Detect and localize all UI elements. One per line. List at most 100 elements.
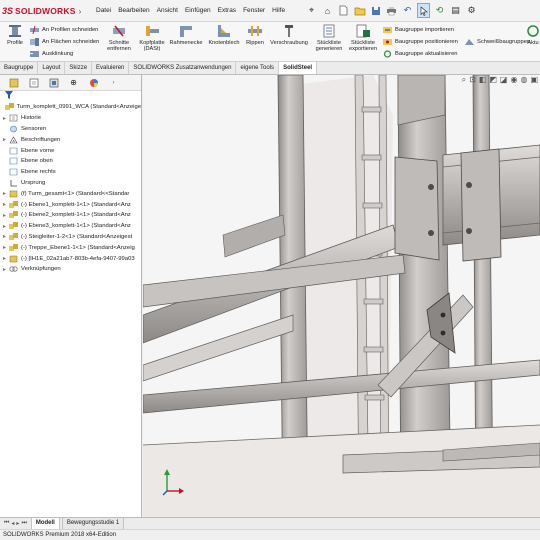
- bolting-button[interactable]: Verschraubung: [268, 24, 310, 46]
- tree-item[interactable]: Ebene vorne: [0, 145, 141, 156]
- tree-item[interactable]: Ebene rechts: [0, 167, 141, 178]
- head-plate-button[interactable]: Kopfplatte (DASt): [136, 24, 168, 52]
- weld-assembly-icon: [465, 39, 474, 45]
- weld-assemblies-button[interactable]: Schweißbaugruppen: [465, 38, 530, 46]
- tab-motion-study[interactable]: Bewegungsstudie 1: [61, 517, 125, 530]
- tab-skizze[interactable]: Skizze: [65, 62, 93, 74]
- tab-modell[interactable]: Modell: [30, 517, 60, 530]
- notch-label: Ausklinkung: [42, 51, 74, 57]
- dimxpert-tab-icon[interactable]: ⊕: [68, 77, 79, 88]
- zoom-to-fit-icon[interactable]: ⌕: [462, 75, 466, 85]
- refresh-icon: [383, 50, 392, 58]
- tab-evaluieren[interactable]: Evaluieren: [92, 62, 130, 74]
- frame-corner-button[interactable]: Rahmenecke: [168, 24, 204, 46]
- select-pointer-icon[interactable]: [417, 3, 430, 18]
- undo-icon[interactable]: ↶: [401, 3, 414, 18]
- zoom-area-icon[interactable]: ⊡: [469, 75, 476, 85]
- tree-expander[interactable]: ▸: [0, 266, 9, 273]
- configuration-manager-tab-icon[interactable]: [48, 77, 59, 88]
- cut-on-profile-button[interactable]: An Profilen schneiden: [30, 26, 98, 34]
- tree-root-assembly[interactable]: Turm_komplett_0991_WCA (Standard<Anzeige: [0, 102, 141, 113]
- remove-cuts-button[interactable]: Schnitte entfernen: [104, 24, 134, 52]
- gusset-icon: [218, 25, 230, 37]
- tree-expander[interactable]: ▸: [0, 244, 9, 251]
- tree-item[interactable]: ▸ A Beschriftungen: [0, 134, 141, 145]
- tree-item[interactable]: ▸ Historie: [0, 113, 141, 124]
- display-manager-tab-icon[interactable]: [88, 77, 99, 88]
- asm-position-button[interactable]: Baugruppe positionieren: [383, 38, 458, 46]
- tree-expander[interactable]: ▸: [0, 136, 9, 143]
- profile-button[interactable]: Profile: [3, 24, 27, 46]
- rebuild-icon[interactable]: ⟲: [433, 3, 446, 18]
- new-document-icon[interactable]: [337, 3, 350, 18]
- solidworks-logo[interactable]: 3S SOLIDWORKS ›: [2, 4, 84, 18]
- tab-baugruppe[interactable]: Baugruppe: [0, 62, 39, 74]
- tree-item[interactable]: Sensoren: [0, 124, 141, 135]
- bom-generate-button[interactable]: Stückliste generieren: [313, 24, 345, 52]
- tree-expander[interactable]: ▸: [0, 233, 9, 240]
- pane-expand-icon[interactable]: ›: [108, 77, 119, 88]
- menu-item-extras[interactable]: Extras: [218, 7, 236, 14]
- scroll-prev-icon[interactable]: ◂: [11, 520, 14, 527]
- tree-item[interactable]: Ursprung: [0, 178, 141, 189]
- notch-button[interactable]: Ausklinkung: [30, 50, 73, 58]
- tree-item[interactable]: ▸ (-) Steigleiter-1-2<1> (Standard<Anzeig…: [0, 232, 141, 243]
- weld-assemblies-label: Schweißbaugruppen: [477, 39, 531, 45]
- feature-tree-tab-icon[interactable]: [8, 77, 19, 88]
- menu-item-bearbeiten[interactable]: Bearbeiten: [118, 7, 149, 14]
- tree-expander[interactable]: ▸: [0, 223, 9, 230]
- tree-expander[interactable]: ▸: [0, 201, 9, 208]
- tab-eigene-tools[interactable]: eigene Tools: [236, 62, 280, 74]
- tree-item[interactable]: ▸ Verknüpfungen: [0, 264, 141, 275]
- tree-expander[interactable]: ▸: [0, 190, 9, 197]
- tree-item[interactable]: ▸ (-) Ebene1_komplett-1<1> (Standard<Anz: [0, 199, 141, 210]
- asm-import-button[interactable]: Baugruppe importieren: [383, 26, 454, 34]
- bom-export-button[interactable]: Stückliste exportieren: [346, 24, 380, 52]
- tree-item[interactable]: ▸ (-) [IH1E_02a21ab7-803b-4efa-9407-99a03: [0, 253, 141, 264]
- tree-item[interactable]: ▸ (-) Treppe_Ebene1-1<1> (Standard<Anzeig: [0, 242, 141, 253]
- tab-solidsteel[interactable]: SolidSteel: [279, 62, 318, 74]
- home-icon[interactable]: ⌂: [321, 3, 334, 18]
- pin-icon[interactable]: ⌖: [305, 3, 318, 18]
- asm-position-label: Baugruppe positionieren: [395, 39, 458, 45]
- file-properties-icon[interactable]: ▤: [449, 3, 462, 18]
- scroll-last-icon[interactable]: ⏭: [21, 520, 26, 527]
- ribs-label: Rippen: [246, 40, 264, 46]
- menu-item-datei[interactable]: Datei: [96, 7, 111, 14]
- appearance-icon[interactable]: ◍: [520, 75, 527, 85]
- menu-item-ansicht[interactable]: Ansicht: [157, 7, 178, 14]
- property-manager-tab-icon[interactable]: [28, 77, 39, 88]
- section-view-icon[interactable]: ◧: [479, 75, 487, 85]
- tree-item[interactable]: Ebene oben: [0, 156, 141, 167]
- asm-update-button[interactable]: Baugruppe aktualisieren: [383, 50, 458, 58]
- tree-item[interactable]: ▸ (f) Turm_gesamt<1> (Standard<<Standar: [0, 188, 141, 199]
- options-gear-icon[interactable]: ⚙: [465, 3, 478, 18]
- chevron-right-icon[interactable]: ›: [79, 7, 82, 16]
- print-icon[interactable]: [385, 3, 398, 18]
- hide-show-icon[interactable]: ◉: [510, 75, 517, 85]
- scroll-next-icon[interactable]: ▸: [16, 520, 19, 527]
- tree-expander[interactable]: ▸: [0, 212, 9, 219]
- save-icon[interactable]: [369, 3, 382, 18]
- tab-zusatzanwendungen[interactable]: SOLIDWORKS Zusatzanwendungen: [129, 62, 237, 74]
- tree-item[interactable]: ▸ (-) Ebene3_komplett-1<1> (Standard<Anz: [0, 221, 141, 232]
- menu-item-einfuegen[interactable]: Einfügen: [185, 7, 211, 14]
- menu-item-fenster[interactable]: Fenster: [243, 7, 265, 14]
- graphics-viewport[interactable]: ⌕ ⊡ ◧ ◩ ◪ ◉ ◍ ▣: [143, 75, 540, 517]
- gusset-button[interactable]: Knotenblech: [206, 24, 242, 46]
- menu-item-hilfe[interactable]: Hilfe: [272, 7, 285, 14]
- model-tabs-bar: ⏮ ◂ ▸ ⏭ Modell Bewegungsstudie 1: [0, 517, 540, 530]
- scroll-first-icon[interactable]: ⏮: [4, 520, 9, 527]
- view-orientation-icon[interactable]: ◩: [489, 75, 497, 85]
- tree-item[interactable]: ▸ (-) Ebene2_komplett-1<1> (Standard<Anz: [0, 210, 141, 221]
- filter-icon[interactable]: [0, 91, 141, 102]
- scene-icon[interactable]: ▣: [530, 75, 538, 85]
- display-style-icon[interactable]: ◪: [500, 75, 508, 85]
- tab-layout[interactable]: Layout: [38, 62, 66, 74]
- update-partial-button[interactable]: Aktu: [526, 24, 540, 46]
- open-folder-icon[interactable]: [353, 3, 366, 18]
- tree-expander[interactable]: ▸: [0, 255, 9, 262]
- ribs-button[interactable]: Rippen: [244, 24, 266, 46]
- cut-on-faces-button[interactable]: An Flächen schneiden: [30, 38, 99, 46]
- tree-expander[interactable]: ▸: [0, 115, 9, 122]
